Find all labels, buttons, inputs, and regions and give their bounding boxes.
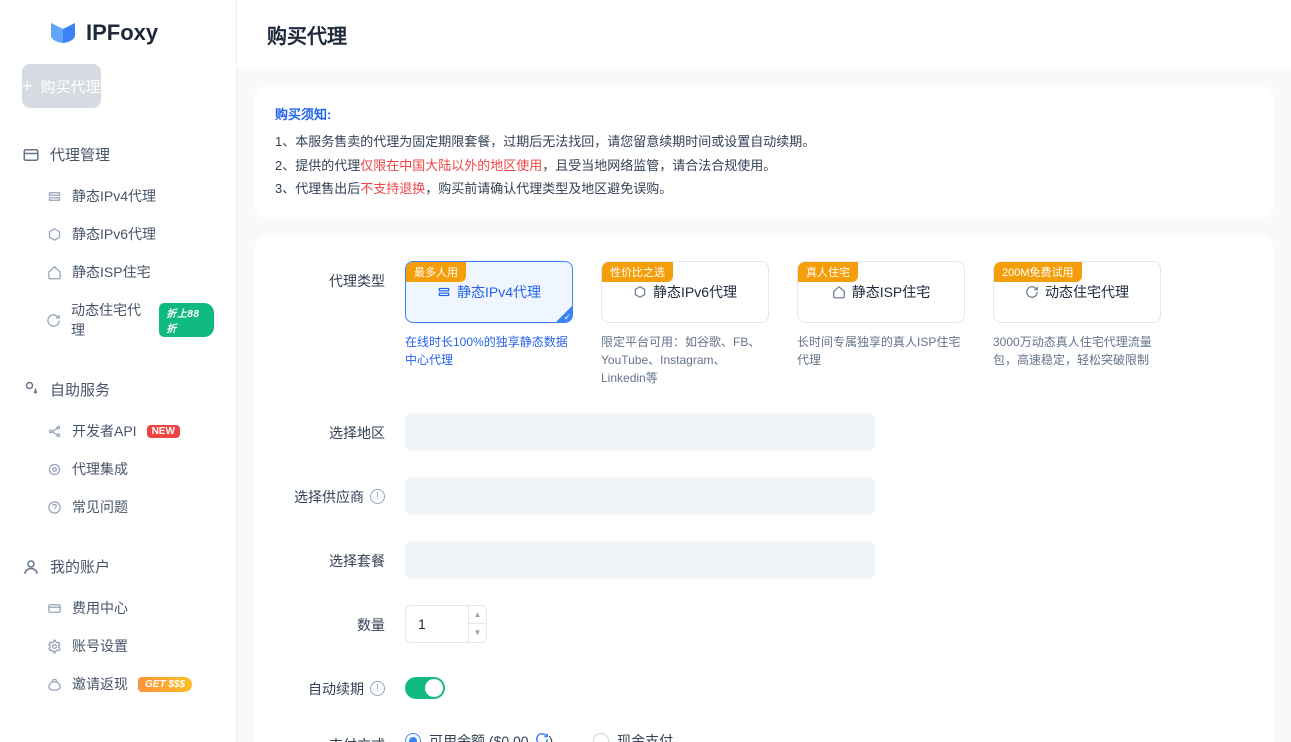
qty-up-arrow[interactable]: ▲ [469,606,486,625]
sidebar-item-ipv4[interactable]: 静态IPv4代理 [0,177,236,215]
notice-line-1: 1、本服务售卖的代理为固定期限套餐，过期后无法找回，请您留意续期时间或设置自动续… [275,130,1253,153]
ipv6-icon [46,226,62,242]
sidebar-item-api[interactable]: 开发者APINEW [0,412,236,450]
purchase-form: 代理类型 最多人用 静态IPv4代理 在线时长100%的独享静态数据中心代理 [255,235,1273,742]
proxy-type-options: 最多人用 静态IPv4代理 在线时长100%的独享静态数据中心代理 性价比之选 [405,261,1243,387]
proxy-mgmt-icon [22,146,40,164]
sidebar-item-isp[interactable]: 静态ISP住宅 [0,253,236,291]
label-payment: 支付方式 [285,725,405,742]
info-icon[interactable]: ! [370,681,385,696]
purchase-notice: 购买须知: 1、本服务售卖的代理为固定期限套餐，过期后无法找回，请您留意续期时间… [255,87,1273,217]
type-option-dynamic[interactable]: 200M免费试用 动态住宅代理 [993,261,1161,323]
region-select[interactable] [405,413,875,451]
radio-icon [405,733,421,742]
type-desc: 3000万动态真人住宅代理流量包，高速稳定，轻松突破限制 [993,333,1161,369]
nav-section-account[interactable]: 我的账户 [0,548,236,585]
type-tag: 真人住宅 [798,262,858,282]
integration-icon [46,461,62,477]
label-proxy-type: 代理类型 [285,261,405,291]
check-icon [556,306,572,322]
type-desc: 在线时长100%的独享静态数据中心代理 [405,333,573,369]
referral-badge: GET $$$ [138,677,192,692]
label-auto-renew: 自动续期! [285,669,405,699]
sidebar-item-settings[interactable]: 账号设置 [0,627,236,665]
label-supplier: 选择供应商! [285,477,405,507]
supplier-select[interactable] [405,477,875,515]
home-icon [46,264,62,280]
notice-line-3: 3、代理售出后不支持退换，购买前请确认代理类型及地区避免误购。 [275,177,1253,200]
label-quantity: 数量 [285,605,405,635]
info-icon[interactable]: ! [370,489,385,504]
gear-icon [46,638,62,654]
sidebar-item-ipv6[interactable]: 静态IPv6代理 [0,215,236,253]
ipv4-icon [437,285,451,299]
payment-option-balance[interactable]: 可用余额 ($0.00 ) [405,731,553,742]
payment-option-cash[interactable]: 现金支付 [593,731,673,742]
type-option-ipv4[interactable]: 最多人用 静态IPv4代理 [405,261,573,323]
label-region: 选择地区 [285,413,405,443]
plus-icon: + [22,76,33,97]
sidebar: IPFoxy + 购买代理 代理管理 静态IPv4代理 静态IPv6代理 静态I… [0,0,237,742]
money-bag-icon [46,676,62,692]
type-desc: 长时间专属独享的真人ISP住宅代理 [797,333,965,369]
type-tag: 最多人用 [406,262,466,282]
sidebar-item-faq[interactable]: 常见问题 [0,488,236,526]
label-package: 选择套餐 [285,541,405,571]
main-content: 购买代理 购买须知: 1、本服务售卖的代理为固定期限套餐，过期后无法找回，请您留… [237,0,1291,742]
discount-badge: 折上88折 [159,303,214,337]
type-desc: 限定平台可用：如谷歌、FB、YouTube、Instagram、Linkedin… [601,333,769,387]
buy-proxy-button[interactable]: + 购买代理 [22,64,101,108]
user-icon [22,558,40,576]
type-option-ipv6[interactable]: 性价比之选 静态IPv6代理 [601,261,769,323]
qty-down-arrow[interactable]: ▼ [469,624,486,642]
ipv6-icon [633,285,647,299]
notice-title: 购买须知: [275,103,1253,126]
new-badge: NEW [147,425,180,438]
brand-logo[interactable]: IPFoxy [0,16,236,64]
rotate-icon [46,312,61,328]
type-option-isp[interactable]: 真人住宅 静态ISP住宅 [797,261,965,323]
brand-name: IPFoxy [86,20,158,46]
sidebar-item-dynamic[interactable]: 动态住宅代理折上88折 [0,291,236,349]
auto-renew-toggle[interactable] [405,677,445,699]
help-icon [46,499,62,515]
logo-icon [48,21,78,45]
notice-line-2: 2、提供的代理仅限在中国大陆以外的地区使用，且受当地网络监管，请合法合规使用。 [275,154,1253,177]
sidebar-item-billing[interactable]: 费用中心 [0,589,236,627]
ipv4-icon [46,188,62,204]
type-tag: 性价比之选 [602,262,673,282]
sidebar-item-referral[interactable]: 邀请返现GET $$$ [0,665,236,703]
sidebar-item-integration[interactable]: 代理集成 [0,450,236,488]
self-service-icon [22,381,40,399]
rotate-icon [1025,285,1039,299]
home-icon [832,285,846,299]
page-title: 购买代理 [237,0,1291,69]
card-icon [46,600,62,616]
refresh-icon[interactable] [535,732,549,742]
type-tag: 200M免费试用 [994,262,1082,282]
package-select[interactable] [405,541,875,579]
nav-section-self-service[interactable]: 自助服务 [0,371,236,408]
radio-icon [593,733,609,742]
nav-section-proxy-mgmt[interactable]: 代理管理 [0,136,236,173]
api-icon [46,423,62,439]
